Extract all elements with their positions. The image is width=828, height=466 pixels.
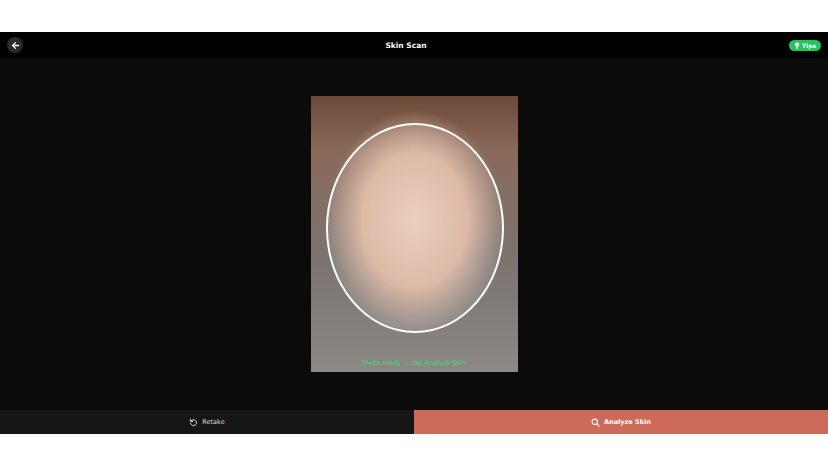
screen-title: Skin Scan [385, 41, 426, 50]
skin-scan-screen: Skin Scan Tips Photo ready — tap Analyze S… [0, 0, 828, 466]
tips-label: Tips [802, 42, 816, 49]
tips-button[interactable]: Tips [789, 40, 821, 51]
retake-rotate-icon [189, 418, 198, 427]
back-arrow-icon [11, 41, 20, 50]
camera-stage: Photo ready — tap Analyze Skin [0, 58, 828, 410]
action-bar: Retake Analyze Skin [0, 410, 828, 434]
photo-status: Photo ready — tap Analyze Skin [311, 359, 518, 367]
bottom-strip [0, 434, 828, 466]
top-strip [0, 0, 828, 32]
action-label: Analyze Skin [604, 418, 651, 426]
face-guide-oval [326, 123, 504, 333]
bulb-icon [794, 42, 800, 49]
back-button[interactable] [7, 37, 23, 53]
analyze-button[interactable]: Analyze Skin [414, 410, 828, 434]
retake-button[interactable]: Retake [0, 410, 414, 434]
action-label: Retake [202, 418, 224, 426]
face-photo: Photo ready — tap Analyze Skin [311, 96, 518, 372]
header-bar: Skin Scan Tips [0, 32, 828, 58]
search-icon [591, 418, 600, 427]
